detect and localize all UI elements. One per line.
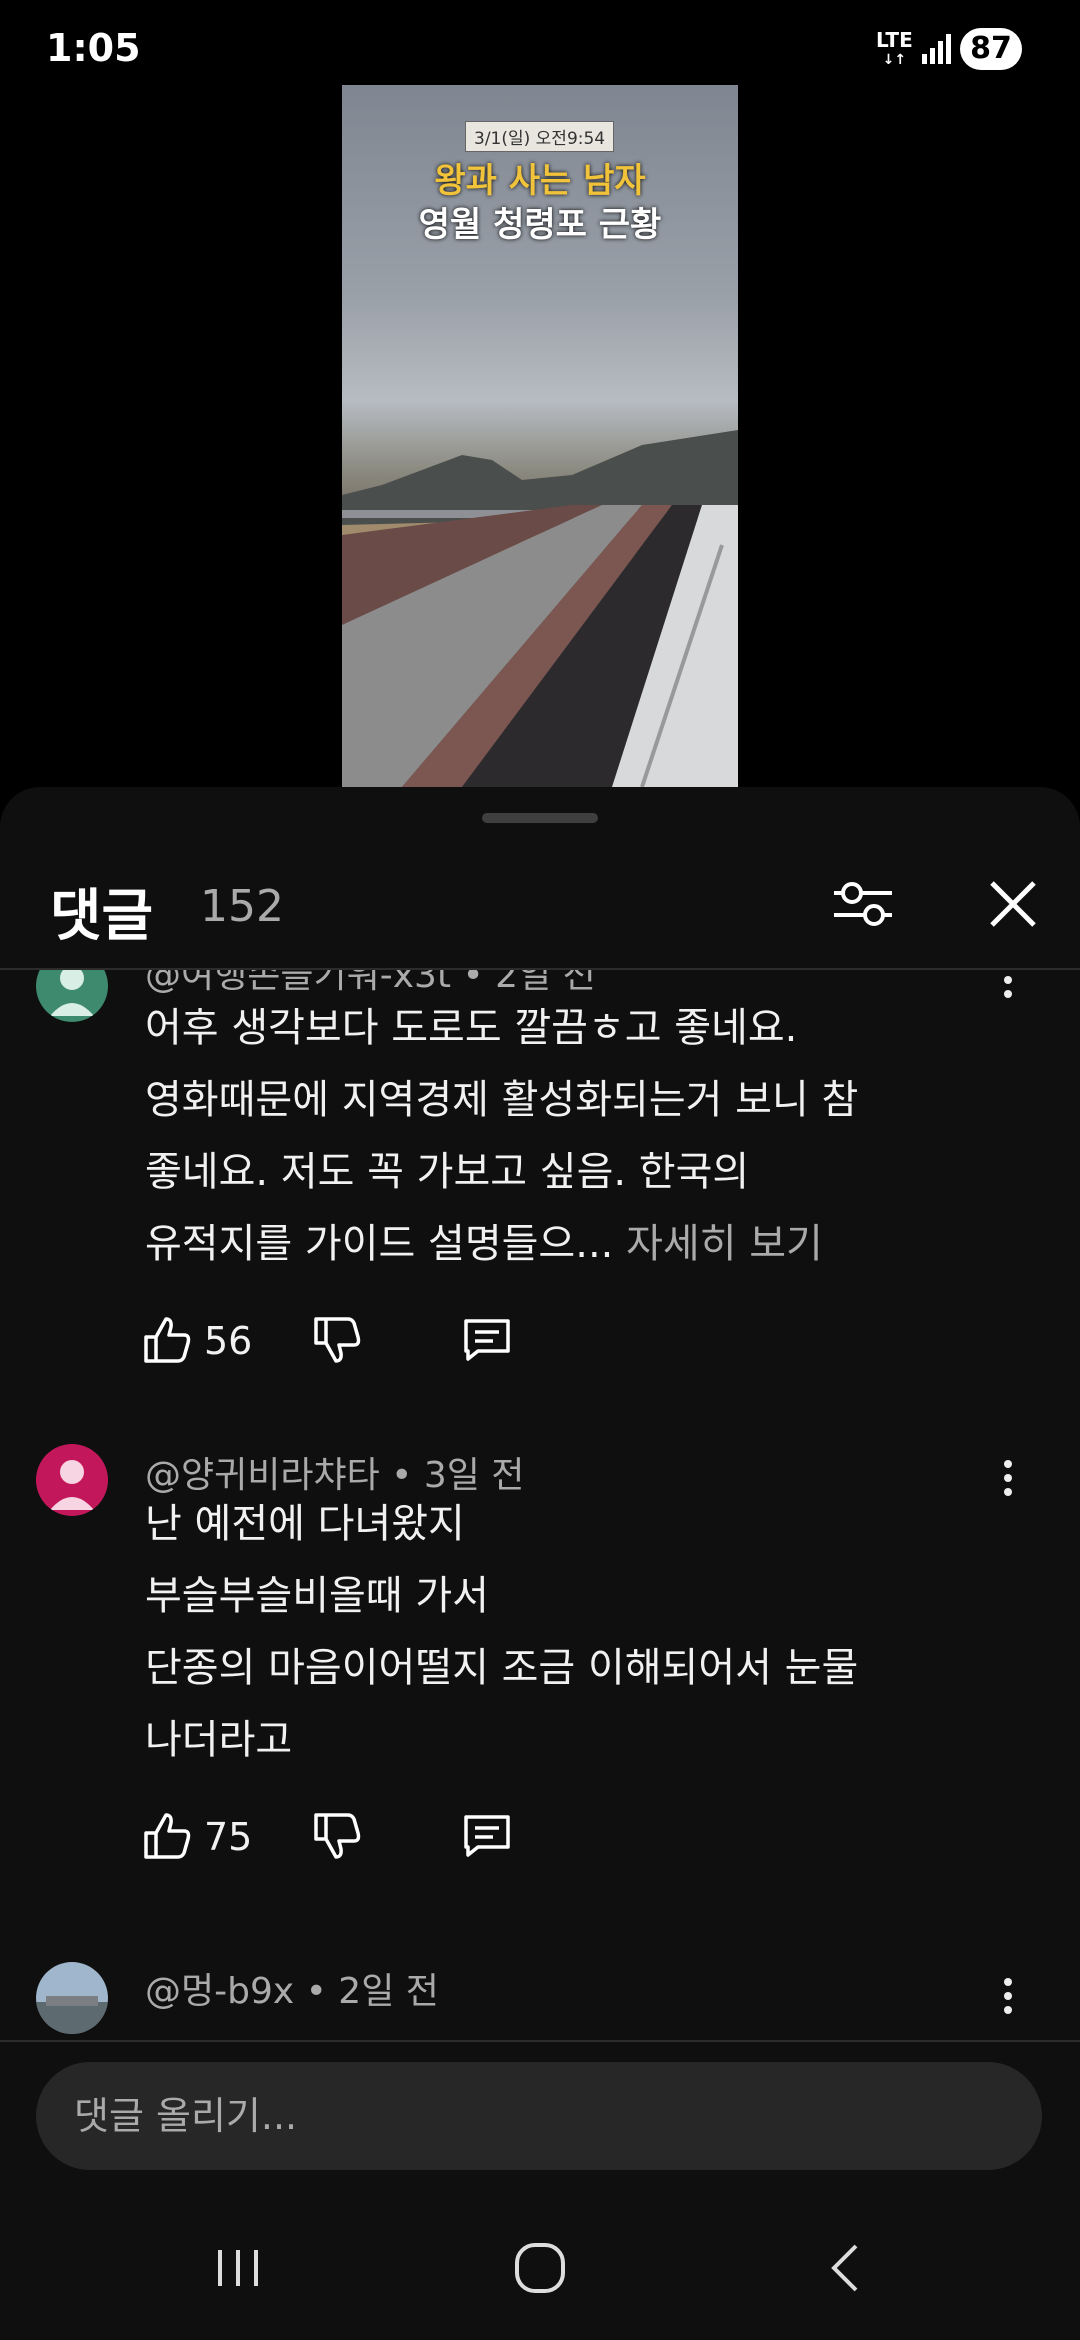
like-count: 75 (204, 1815, 253, 1859)
drag-handle[interactable] (482, 813, 598, 823)
avatar[interactable] (36, 1444, 108, 1516)
reply-icon[interactable] (460, 1809, 514, 1863)
video-title-line2: 영월 청령포 근황 (418, 205, 662, 245)
reply-icon[interactable] (460, 1313, 514, 1367)
comment-line: 부슬부슬비올때 가서 (145, 1573, 489, 1619)
comment-line: 난 예전에 다녀왔지 (145, 1501, 465, 1547)
comments-sheet: 댓글 152 @여행손을기워-x3t • 2일 전 어후 생각보다 도로도 깔끔… (0, 787, 1080, 2340)
read-more-link[interactable]: 자세히 보기 (626, 1221, 823, 1267)
comment-line: 단종의 마음이어떨지 조금 이해되어서 눈물 (145, 1645, 859, 1691)
thumbs-up-icon[interactable] (140, 1313, 194, 1367)
filter-icon[interactable] (830, 871, 896, 937)
comment-line: 좋네요. 저도 꼭 가보고 싶음. 한국의 (145, 1149, 750, 1195)
input-divider (0, 2040, 1080, 2042)
more-options-icon[interactable] (996, 1974, 1020, 2028)
comment-input[interactable] (36, 2062, 1042, 2170)
like-count: 56 (204, 1319, 253, 1363)
comments-title: 댓글 (50, 884, 154, 949)
comment-text: 어후 생각보다 도로도 깔끔ㅎ고 좋네요. 영화때문에 지역경제 활성화되는거 … (145, 992, 1025, 1280)
navigation-bar (0, 2200, 1080, 2340)
comment-line: 나더라고 (145, 1717, 293, 1763)
comment-line: 어후 생각보다 도로도 깔끔ㅎ고 좋네요. (145, 1005, 798, 1051)
home-icon[interactable] (512, 2240, 568, 2296)
signal-icon (922, 34, 951, 64)
lte-indicator: LTE ↓↑ (876, 28, 913, 68)
video-player[interactable]: 3/1(일) 오전9:54 왕과 사는 남자 영월 청령포 근황 (342, 85, 738, 787)
thumbs-down-icon[interactable] (310, 1809, 364, 1863)
video-title-line1: 왕과 사는 남자 (434, 161, 646, 201)
close-icon[interactable] (980, 871, 1046, 937)
thumbs-up-icon[interactable] (140, 1809, 194, 1863)
comments-list[interactable]: @여행손을기워-x3t • 2일 전 어후 생각보다 도로도 깔끔ㅎ고 좋네요.… (0, 970, 1080, 2050)
back-icon[interactable] (820, 2240, 876, 2296)
battery-indicator: 87 (960, 28, 1022, 70)
avatar[interactable] (36, 970, 108, 1022)
recent-apps-icon[interactable] (210, 2240, 266, 2296)
comments-header: 댓글 152 (0, 847, 1080, 957)
video-date-caption: 3/1(일) 오전9:54 (465, 121, 615, 152)
status-time: 1:05 (46, 26, 141, 70)
thumbs-down-icon[interactable] (310, 1313, 364, 1367)
comment-text: 난 예전에 다녀왔지 부슬부슬비올때 가서 단종의 마음이어떨지 조금 이해되어… (145, 1488, 1025, 1776)
comment-author-meta[interactable]: @멍-b9x • 2일 전 (145, 1962, 439, 2014)
avatar[interactable] (36, 1962, 108, 2034)
comment-actions: 75 (140, 1809, 640, 1869)
network-label: LTE (876, 28, 913, 52)
comment-line: 유적지를 가이드 설명들으... 자세히 보기 (145, 1221, 823, 1267)
video-crowd-road (342, 505, 738, 787)
comments-count: 152 (200, 881, 284, 932)
comment-actions: 56 (140, 1313, 640, 1373)
comment-line: 영화때문에 지역경제 활성화되는거 보니 참 (145, 1077, 859, 1123)
